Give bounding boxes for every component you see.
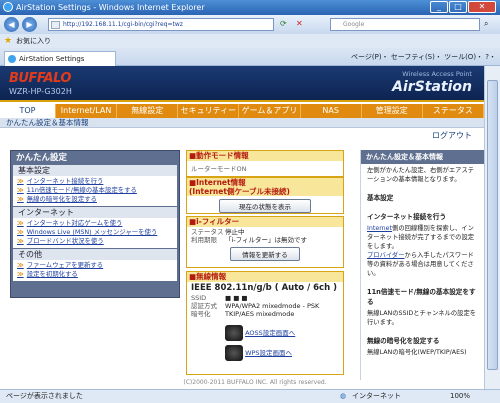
wps-icon [225, 345, 243, 361]
url-input[interactable]: http://192.168.11.1/cgi-bin/cgi?req=twz [48, 18, 274, 31]
link-internet-connect[interactable]: ≫ インターネット接続を行う [17, 177, 177, 186]
stop-icon[interactable]: ✕ [296, 19, 303, 28]
help-item-head-2: 無線の暗号化を設定する [367, 337, 440, 345]
ifilter-status-row: ステータス 停止中 [191, 228, 245, 236]
window-titlebar: AirStation Settings - Windows Internet E… [0, 0, 500, 15]
ifilter-panel: ■i-フィルター ステータス 停止中 利用期限 「i-フィルター」は無効です 情報を… [186, 216, 344, 268]
ifilter-title: ■i-フィルター [187, 217, 343, 227]
help-item-head-0: インターネット接続を行う [367, 213, 447, 221]
help-item-head-1: 11n倍速モード/無線の基本設定をする [367, 288, 476, 306]
close-button[interactable]: ✕ [468, 1, 496, 13]
link-broadband[interactable]: ≫ ブロードバンド状況を使う [17, 237, 177, 246]
window-title: AirStation Settings - Windows Internet E… [16, 3, 205, 12]
nav-internet-lan[interactable]: Internet/LAN [56, 104, 118, 118]
router-header: BUFFALO WZR-HP-G302H Wireless Access Poi… [0, 66, 484, 102]
help-panel: かんたん設定＆基本情報 左側がかんたん設定、右側がエアステーションの基本情報とな… [360, 150, 484, 380]
ifilter-expiry-row: 利用期限 「i-フィルター」は無効です [191, 236, 308, 244]
forward-button[interactable]: ▶ [22, 17, 37, 32]
quick-setup-title: かんたん設定 [16, 153, 68, 163]
globe-icon: ◍ [340, 392, 347, 400]
help-intro: 左側がかんたん設定、右側がエアステーションの基本情報となります。 [367, 167, 475, 183]
link-firmware[interactable]: ≫ ファームウェアを更新する [17, 261, 177, 270]
refresh-info-button[interactable]: 情報を更新する [230, 247, 300, 261]
page-icon [51, 21, 60, 29]
wap-label: Wireless Access Point [402, 70, 472, 78]
main-nav: TOP Internet/LAN 無線設定 セキュリティー ゲーム＆アプリ NA… [0, 104, 484, 118]
wireless-standard: IEEE 802.11n/g/b ( Auto / 6ch ) [191, 283, 337, 293]
encryption-row: 暗号化 TKIP/AES mixedmode [191, 310, 295, 318]
copyright-footer: (C)2000-2011 BUFFALO INC. All rights res… [183, 379, 327, 386]
search-input[interactable]: Google [330, 18, 480, 31]
favorites-bar: ★ お気に入り [0, 34, 500, 48]
tab-ie-icon [8, 55, 16, 63]
aoss-icon [225, 325, 243, 341]
breadcrumb: かんたん設定＆基本情報 [0, 118, 484, 128]
wps-link[interactable]: WPS設定画面へ [225, 344, 339, 362]
back-button[interactable]: ◀ [4, 17, 19, 32]
ssid-row: SSID ■ ■ ■ [191, 294, 248, 302]
section-basic: 基本設定 [13, 165, 177, 176]
help-title: かんたん設定＆基本情報 [361, 150, 484, 164]
scrollbar-thumb[interactable] [487, 80, 498, 370]
zoom-level[interactable]: 100% [450, 390, 470, 403]
internet-subtitle: (Internet側ケーブル未接続) [189, 187, 290, 196]
nav-security[interactable]: セキュリティー [178, 104, 240, 118]
tab-label: AirStation Settings [19, 55, 85, 63]
help-internet-link[interactable]: Internet [367, 225, 392, 232]
refresh-icon[interactable]: ⟳ [280, 19, 287, 28]
nav-admin[interactable]: 管理設定 [362, 104, 423, 118]
help-item-body-1: 無線LANのSSIDとチャンネルの設定を行います。 [367, 310, 477, 326]
address-bar: ◀ ▶ http://192.168.11.1/cgi-bin/cgi?req=… [0, 15, 500, 34]
link-messenger[interactable]: ≫ Windows Live (MSN) メッセンジャーを使う [17, 228, 177, 237]
wireless-panel: ■無線情報 IEEE 802.11n/g/b ( Auto / 6ch ) SS… [186, 271, 344, 375]
search-placeholder: Google [343, 21, 365, 28]
vertical-scrollbar[interactable] [484, 66, 500, 389]
internet-title: ■Internet情報 (Internet側ケーブル未接続) [187, 178, 343, 196]
command-bar[interactable]: ページ(P)・ セーフティ(S)・ ツール(O)・ ?・ [351, 52, 496, 62]
help-section: 基本設定 [367, 194, 394, 202]
minimize-button[interactable]: _ [430, 1, 448, 13]
nav-status[interactable]: ステータス [423, 104, 484, 118]
section-internet: インターネット [13, 207, 177, 218]
model-name: WZR-HP-G302H [9, 87, 72, 96]
quick-setup-menu: かんたん設定 基本設定 ≫ インターネット接続を行う ≫ 11n倍速モード/無線の基… [10, 150, 180, 298]
url-text: http://192.168.11.1/cgi-bin/cgi?req=twz [63, 21, 183, 28]
mode-title: ■動作モード情報 [187, 151, 343, 161]
wireless-title: ■無線情報 [187, 272, 343, 282]
maximize-button[interactable]: □ [449, 1, 467, 13]
help-item-body-0: Internet側の回線種別を探索し、インターネット接続が完了するまでの設定をし… [367, 225, 475, 277]
favorites-label[interactable]: お気に入り [16, 37, 51, 45]
internet-title-text: ■Internet情報 [189, 178, 246, 187]
tab-bar: AirStation Settings ページ(P)・ セーフティ(S)・ ツー… [0, 48, 500, 66]
tab-airstation[interactable]: AirStation Settings [4, 51, 116, 66]
link-games[interactable]: ≫ インターネット対応ゲームを使う [17, 219, 177, 228]
nav-nas[interactable]: NAS [301, 104, 362, 118]
favorites-star-icon: ★ [4, 36, 13, 46]
aoss-link[interactable]: AOSS設定画面へ [225, 324, 339, 342]
buffalo-logo: BUFFALO [9, 71, 71, 86]
auth-row: 認証方式 WPA/WPA2 mixedmode - PSK [191, 302, 320, 310]
router-page: BUFFALO WZR-HP-G302H Wireless Access Poi… [0, 66, 484, 389]
show-status-button[interactable]: 現在の状態を表示 [219, 199, 311, 213]
ie-logo-icon [3, 2, 13, 12]
logout-link[interactable]: ログアウト [432, 130, 472, 141]
section-other: その他 [13, 249, 177, 260]
mode-panel: ■動作モード情報 ルーターモードON [186, 150, 344, 177]
internet-panel: ■Internet情報 (Internet側ケーブル未接続) 現在の状態を表示 [186, 177, 344, 214]
zone-text: インターネット [352, 392, 401, 400]
link-encryption[interactable]: ≫ 無線の暗号化を設定する [17, 195, 177, 204]
link-reset[interactable]: ≫ 設定を初期化する [17, 270, 177, 279]
help-item-body-2: 無線LANの暗号化(WEP/TKIP/AES) [367, 349, 467, 356]
status-bar: ページが表示されました ◍ インターネット 100% [0, 389, 500, 403]
nav-game-app[interactable]: ゲーム＆アプリ [239, 104, 301, 118]
airstation-brand: AirStation [392, 79, 472, 95]
search-icon[interactable]: ⌕ [484, 19, 488, 29]
status-text: ページが表示されました [6, 392, 83, 400]
help-provider-link[interactable]: プロバイダー [367, 252, 405, 259]
link-11n-wireless[interactable]: ≫ 11n倍速モード/無線の基本設定をする [17, 186, 177, 195]
nav-top[interactable]: TOP [0, 104, 56, 118]
mode-value: ルーターモードON [191, 165, 247, 173]
nav-wireless[interactable]: 無線設定 [117, 104, 179, 118]
